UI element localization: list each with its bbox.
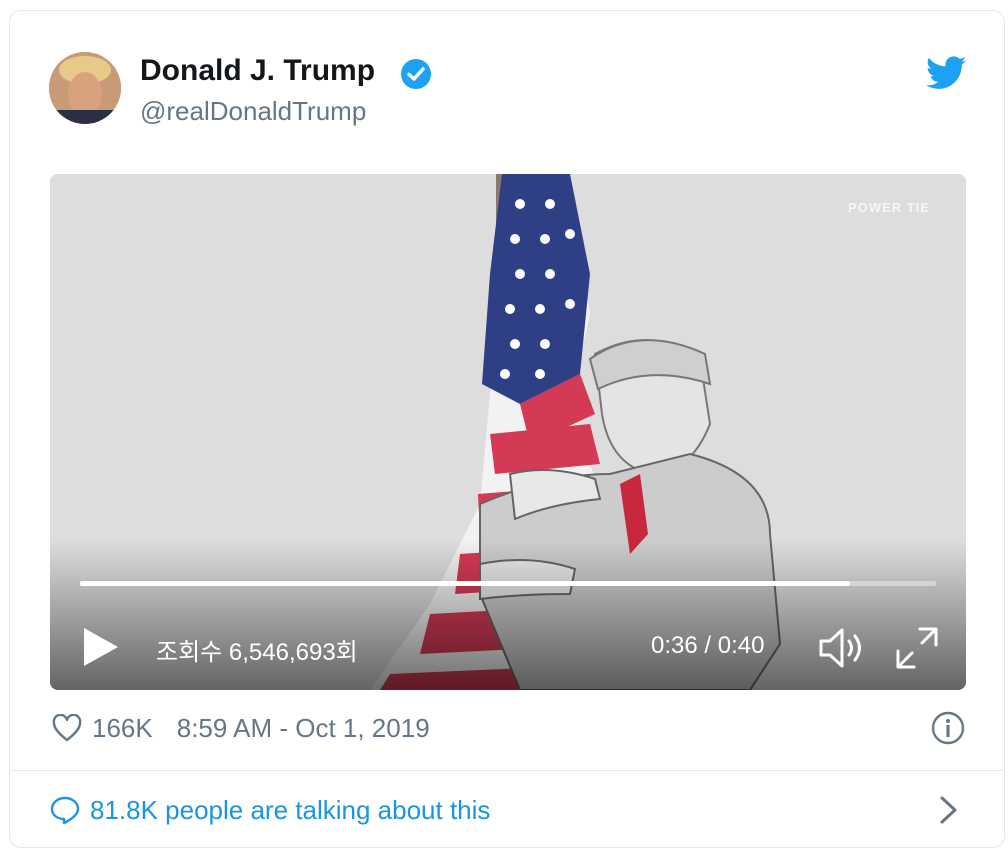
verified-badge-icon (401, 59, 431, 89)
divider (9, 770, 1005, 771)
speech-bubble-icon (50, 796, 80, 825)
volume-icon[interactable] (818, 626, 868, 670)
info-icon[interactable] (930, 710, 966, 746)
tweet-meta: 166K 8:59 AM - Oct 1, 2019 (52, 710, 430, 746)
video-time: 0:36 / 0:40 (651, 632, 765, 659)
video-progress-fill (80, 581, 851, 586)
conversation-link[interactable]: 81.8K people are talking about this (50, 790, 490, 830)
play-icon[interactable] (82, 626, 120, 668)
fullscreen-icon[interactable] (894, 625, 940, 671)
heart-icon[interactable] (52, 714, 82, 742)
view-count: 조회수 6,546,693회 (156, 639, 358, 666)
user-handle[interactable]: @realDonaldTrump (140, 96, 366, 127)
twitter-bird-icon[interactable] (926, 56, 966, 90)
avatar[interactable] (49, 52, 121, 124)
video-watermark: POWER TIE (848, 200, 930, 215)
video-progress-bar[interactable] (80, 581, 936, 586)
display-name[interactable]: Donald J. Trump (140, 54, 375, 88)
like-count[interactable]: 166K (92, 713, 153, 744)
video-player[interactable]: POWER TIE 조회수 6,546,693회 0:36 / 0:40 (50, 174, 966, 690)
chevron-right-icon[interactable] (938, 794, 960, 826)
tweet-timestamp[interactable]: 8:59 AM - Oct 1, 2019 (177, 713, 430, 744)
talking-count[interactable]: 81.8K people are talking about this (90, 795, 490, 826)
